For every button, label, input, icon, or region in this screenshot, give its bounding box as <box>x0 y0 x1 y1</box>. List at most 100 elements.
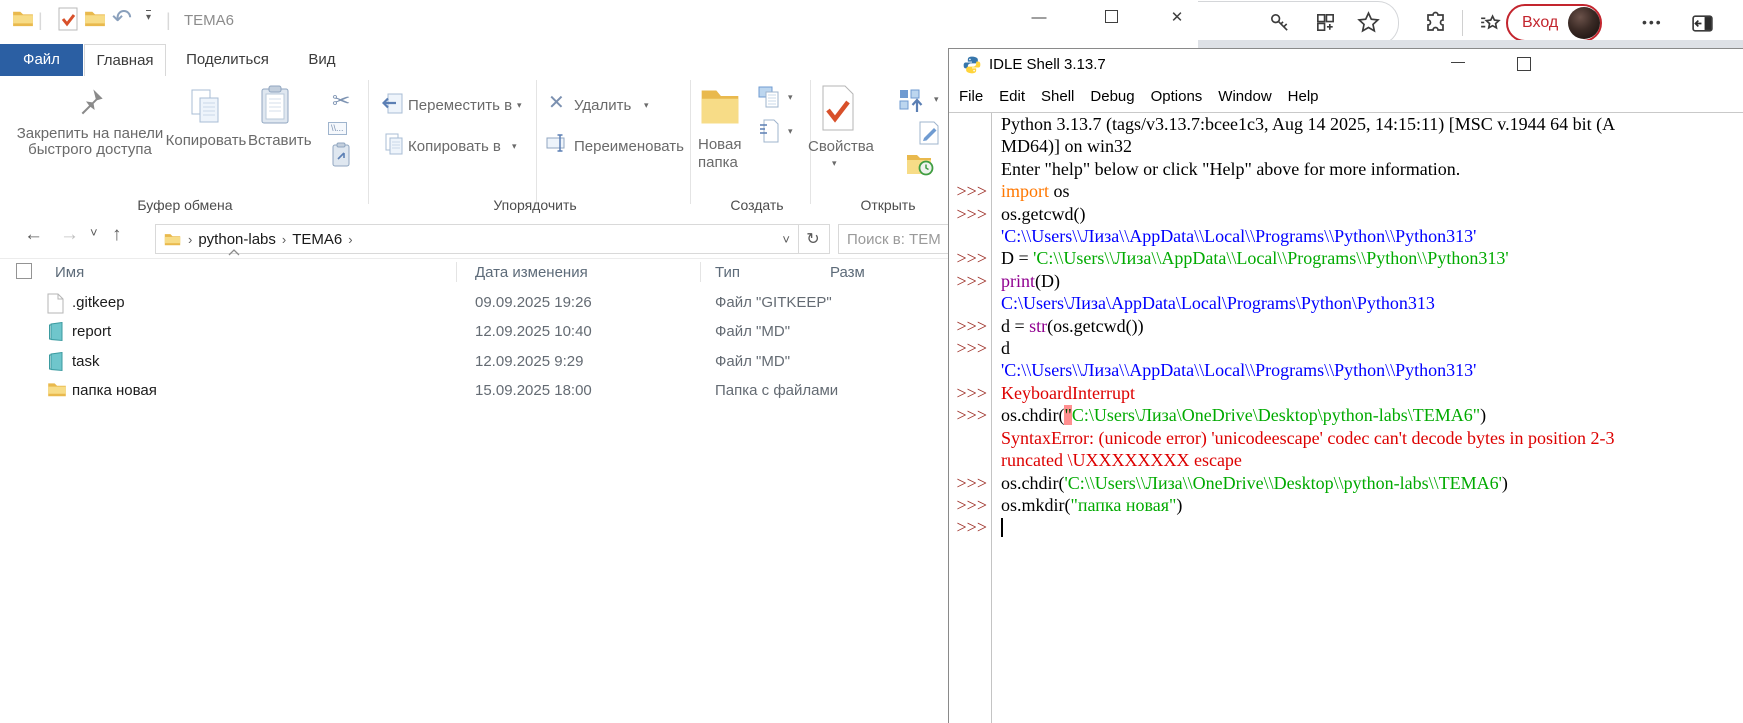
explorer-close-button[interactable]: ✕ <box>1160 4 1194 32</box>
copy-button[interactable]: Копировать <box>165 132 247 149</box>
idle-maximize-button[interactable] <box>1517 57 1531 76</box>
tab-file[interactable]: Файл <box>0 44 83 76</box>
shell-code-text: os.chdir('C:\\Users\\Лиза\\OneDrive\\Des… <box>992 472 1508 494</box>
profile-avatar[interactable] <box>1568 7 1600 39</box>
shell-prompt: >>> <box>950 472 992 494</box>
file-date: 09.09.2025 19:26 <box>475 294 592 311</box>
idle-menu-debug[interactable]: Debug <box>1090 88 1134 105</box>
tab-share[interactable]: Поделиться <box>170 44 285 76</box>
idle-menu-file[interactable]: File <box>959 88 983 105</box>
edit-selection-icon[interactable] <box>898 88 928 116</box>
edge-collections-icon[interactable] <box>1478 11 1503 36</box>
edge-extensions-icon[interactable] <box>1424 11 1448 35</box>
edge-favorites-star-icon[interactable] <box>1356 10 1381 35</box>
idle-menu-edit[interactable]: Edit <box>999 88 1025 105</box>
move-to-dropdown-icon[interactable]: ▾ <box>517 100 522 111</box>
shell-line-3: Enter "help" below or click "Help" above… <box>950 158 1743 180</box>
idle-menu-options[interactable]: Options <box>1151 88 1203 105</box>
tab-view[interactable]: Вид <box>292 44 352 76</box>
file-row-report[interactable]: report12.09.2025 10:40Файл "MD" <box>0 318 948 347</box>
select-all-checkbox[interactable] <box>16 263 32 279</box>
copy-to-icon <box>382 132 404 156</box>
shell-line-1: Python 3.13.7 (tags/v3.13.7:bcee1c3, Aug… <box>950 113 1743 135</box>
shell-gutter-empty <box>950 449 992 471</box>
copy-to-dropdown-icon[interactable]: ▾ <box>512 141 517 152</box>
paste-button[interactable]: Вставить <box>248 132 304 149</box>
cut-icon[interactable]: ✂ <box>332 88 350 114</box>
group-label-organize: Упорядочить <box>465 197 605 213</box>
edit-selection-dropdown-icon[interactable]: ▾ <box>934 94 939 105</box>
explorer-minimize-button[interactable]: — <box>1022 4 1056 32</box>
group-label-new: Создать <box>717 197 797 213</box>
easy-access-dropdown-icon[interactable]: ▾ <box>788 92 793 103</box>
python-logo-icon <box>962 55 982 75</box>
idle-menu-window[interactable]: Window <box>1218 88 1271 105</box>
edge-settings-more-icon[interactable]: ••• <box>1642 14 1663 30</box>
edge-signin-button[interactable]: Вход <box>1506 4 1602 42</box>
shell-prompt: >>> <box>950 315 992 337</box>
shell-code-text: MD64)] on win32 <box>992 135 1132 157</box>
file-row-папка-новая[interactable]: папка новая15.09.2025 18:00Папка с файла… <box>0 377 948 406</box>
up-icon[interactable]: ↑ <box>112 224 122 246</box>
column-header-type[interactable]: Тип <box>715 264 740 281</box>
copy-path-icon[interactable]: \\... <box>328 122 347 135</box>
shell-line-16: runcated \UXXXXXXXX escape <box>950 449 1743 471</box>
file-row-.gitkeep[interactable]: .gitkeep09.09.2025 19:26Файл "GITKEEP" <box>0 289 948 318</box>
edge-apps-grid-icon[interactable] <box>1314 11 1337 34</box>
shell-code-text: runcated \UXXXXXXXX escape <box>992 449 1242 471</box>
recent-locations-icon[interactable]: ˅ <box>90 225 98 240</box>
move-to-button[interactable]: Переместить в <box>408 97 512 114</box>
address-bar[interactable]: › python-labs › ТЕМА6 › ˅ <box>155 224 799 254</box>
shell-prompt: >>> <box>950 247 992 269</box>
column-header-name[interactable]: Имя <box>55 264 84 281</box>
column-separator-2[interactable] <box>700 262 701 282</box>
properties-button[interactable]: Свойства <box>808 138 868 155</box>
shell-text-area[interactable]: Python 3.13.7 (tags/v3.13.7:bcee1c3, Aug… <box>950 113 1743 723</box>
explorer-maximize-button[interactable] <box>1094 5 1128 33</box>
forward-icon[interactable]: → <box>60 224 79 246</box>
file-name: папка новая <box>72 382 157 399</box>
history-icon[interactable] <box>906 152 934 176</box>
idle-menu-help[interactable]: Help <box>1288 88 1319 105</box>
shell-prompt: >>> <box>950 404 992 426</box>
shell-gutter-empty <box>950 427 992 449</box>
paste-shortcut-icon[interactable] <box>331 142 351 168</box>
shell-code-text: d <box>992 337 1010 359</box>
new-folder-button[interactable]: Новая папка <box>698 136 750 172</box>
breadcrumb-python-labs[interactable]: python-labs <box>192 231 282 248</box>
rename-button[interactable]: Переименовать <box>574 138 684 155</box>
idle-title-bar[interactable]: IDLE Shell 3.13.7 — <box>949 49 1743 82</box>
copy-icon <box>188 88 224 128</box>
address-dropdown-icon[interactable]: ˅ <box>782 232 790 247</box>
back-icon[interactable]: ← <box>24 224 43 246</box>
search-box[interactable]: Поиск в: ТЕМ <box>838 224 948 254</box>
file-type: Папка с файлами <box>715 382 838 399</box>
new-item-icon[interactable] <box>758 118 780 144</box>
shell-prompt: >>> <box>950 203 992 225</box>
breadcrumb-tema6[interactable]: ТЕМА6 <box>286 231 348 248</box>
shell-code-text <box>992 516 1003 538</box>
easy-access-icon[interactable] <box>758 86 782 110</box>
delete-button[interactable]: Удалить <box>574 97 631 114</box>
edge-password-key-icon[interactable] <box>1268 11 1291 34</box>
signin-label: Вход <box>1508 14 1568 32</box>
idle-minimize-button[interactable]: — <box>1451 53 1465 69</box>
pin-to-quick-access-button[interactable]: Закрепить на панели быстрого доступа <box>10 126 170 158</box>
tab-home[interactable]: Главная <box>84 44 166 77</box>
file-row-task[interactable]: task12.09.2025 9:29Файл "MD" <box>0 348 948 377</box>
column-header-date[interactable]: Дата изменения <box>475 264 588 281</box>
edit-file-icon[interactable] <box>918 120 940 146</box>
idle-menu-shell[interactable]: Shell <box>1041 88 1074 105</box>
column-separator-1[interactable] <box>456 262 457 282</box>
properties-dropdown-icon[interactable]: ▾ <box>832 158 837 169</box>
crumb-sep-icon: › <box>181 232 192 247</box>
edge-sidebar-toggle-icon[interactable] <box>1690 11 1715 36</box>
column-header-size[interactable]: Разм <box>830 264 865 281</box>
shell-code-text: os.getcwd() <box>992 203 1085 225</box>
refresh-button[interactable]: ↻ <box>797 224 830 254</box>
shell-line-10: >>>d = str(os.getcwd()) <box>950 315 1743 337</box>
new-item-dropdown-icon[interactable]: ▾ <box>788 126 793 137</box>
shell-prompt: >>> <box>950 382 992 404</box>
delete-dropdown-icon[interactable]: ▾ <box>644 100 649 111</box>
copy-to-button[interactable]: Копировать в <box>408 138 501 155</box>
